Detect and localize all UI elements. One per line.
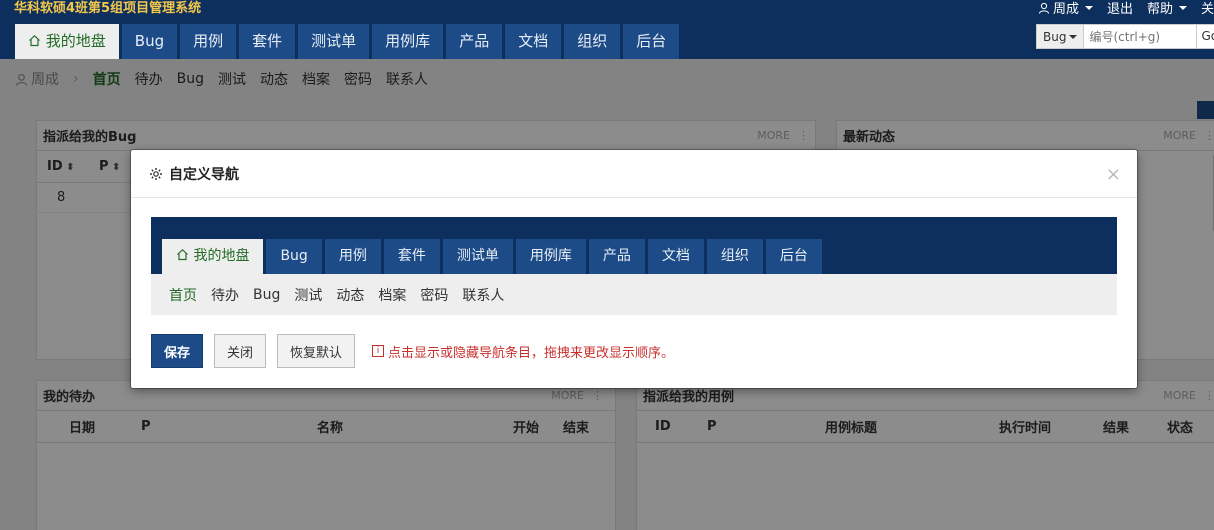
preview-tab-admin[interactable]: 后台 (765, 239, 822, 274)
search-type-select[interactable]: Bug (1037, 25, 1085, 48)
tab-suite[interactable]: 套件 (239, 24, 296, 59)
system-title: 华科软硕4班第5组项目管理系统 (14, 1, 202, 16)
info-icon: i (372, 345, 385, 357)
tab-company[interactable]: 组织 (564, 24, 621, 59)
chevron-down-icon (1178, 5, 1187, 10)
tab-my[interactable]: 我的地盘 (15, 24, 119, 59)
main-nav: 我的地盘 Bug 用例 套件 测试单 用例库 产品 文档 组织 后台 (15, 24, 680, 59)
top-right-menu: 周成 退出 帮助 关 (1038, 0, 1214, 17)
save-button[interactable]: 保存 (151, 334, 204, 368)
search-input[interactable] (1084, 25, 1197, 48)
app-root: 华科软硕4班第5组项目管理系统 周成 退出 帮助 关 我的地盘 Bug 用例 套… (0, 0, 1214, 530)
top-header: 华科软硕4班第5组项目管理系统 周成 退出 帮助 关 我的地盘 Bug 用例 套… (0, 0, 1214, 59)
tab-doc[interactable]: 文档 (505, 24, 562, 59)
tab-product[interactable]: 产品 (446, 24, 503, 59)
home-icon (177, 248, 188, 261)
preview-tab-testtask[interactable]: 测试单 (442, 239, 513, 274)
tab-admin[interactable]: 后台 (623, 24, 680, 59)
preview-subnav-contacts[interactable]: 联系人 (462, 285, 504, 305)
more-menu[interactable]: 关 (1201, 0, 1214, 17)
modal-header: 自定义导航 (131, 150, 1137, 198)
search-go-button[interactable]: Go (1196, 25, 1214, 48)
user-icon (1038, 2, 1049, 14)
preview-tab-caselib[interactable]: 用例库 (515, 239, 586, 274)
user-menu-label: 周成 (1052, 2, 1079, 17)
help-menu[interactable]: 帮助 (1147, 0, 1187, 17)
preview-tab-company[interactable]: 组织 (706, 239, 763, 274)
preview-sub-nav: 首页 待办 Bug 测试 动态 档案 密码 联系人 (151, 274, 1117, 315)
search-type-label: Bug (1043, 29, 1067, 44)
close-icon[interactable]: × (1106, 164, 1121, 185)
preview-subnav-profile[interactable]: 档案 (378, 285, 406, 305)
hint-text: i 点击显示或隐藏导航条目，拖拽来更改显示顺序。 (372, 342, 674, 361)
home-icon (29, 34, 40, 47)
preview-tab-product[interactable]: 产品 (588, 239, 645, 274)
preview-tab-my-label: 我的地盘 (193, 248, 250, 264)
chevron-down-icon (1069, 34, 1078, 39)
preview-tab-suite[interactable]: 套件 (383, 239, 440, 274)
tab-testtask[interactable]: 测试单 (298, 24, 370, 59)
preview-tab-my[interactable]: 我的地盘 (162, 239, 264, 274)
preview-main-nav: 我的地盘 Bug 用例 套件 测试单 用例库 产品 文档 组织 后台 (162, 239, 822, 274)
custom-nav-modal: 自定义导航 × 我的地盘 Bug 用例 套件 测试单 用例库 产品 文档 组织 (131, 150, 1137, 388)
preview-subnav-home[interactable]: 首页 (169, 285, 197, 305)
tab-case[interactable]: 用例 (180, 24, 237, 59)
user-menu[interactable]: 周成 (1038, 0, 1093, 17)
preview-subnav-test[interactable]: 测试 (294, 285, 322, 305)
tab-my-label: 我的地盘 (45, 32, 106, 50)
quick-search: Bug Go (1036, 24, 1214, 49)
preview-subnav-dynamic[interactable]: 动态 (336, 285, 364, 305)
preview-subnav-password[interactable]: 密码 (420, 285, 448, 305)
preview-subnav-bug[interactable]: Bug (253, 287, 280, 303)
modal-footer: 保存 关闭 恢复默认 i 点击显示或隐藏导航条目，拖拽来更改显示顺序。 (151, 334, 674, 368)
gear-icon (150, 167, 162, 180)
hint-label: 点击显示或隐藏导航条目，拖拽来更改显示顺序。 (388, 345, 675, 361)
help-label: 帮助 (1146, 2, 1173, 17)
preview-subnav-todo[interactable]: 待办 (211, 285, 239, 305)
nav-preview: 我的地盘 Bug 用例 套件 测试单 用例库 产品 文档 组织 后台 首页 待办… (151, 217, 1117, 315)
modal-title: 自定义导航 (169, 166, 239, 183)
close-button[interactable]: 关闭 (214, 334, 267, 368)
preview-tab-case[interactable]: 用例 (324, 239, 381, 274)
preview-tab-bug[interactable]: Bug (266, 239, 322, 274)
tab-bug[interactable]: Bug (121, 24, 178, 59)
preview-tab-doc[interactable]: 文档 (647, 239, 704, 274)
chevron-down-icon (1084, 5, 1093, 10)
preview-main-bar: 我的地盘 Bug 用例 套件 测试单 用例库 产品 文档 组织 后台 (151, 217, 1117, 274)
logout-link[interactable]: 退出 (1107, 0, 1133, 17)
reset-default-button[interactable]: 恢复默认 (277, 334, 356, 368)
tab-caselib[interactable]: 用例库 (372, 24, 444, 59)
